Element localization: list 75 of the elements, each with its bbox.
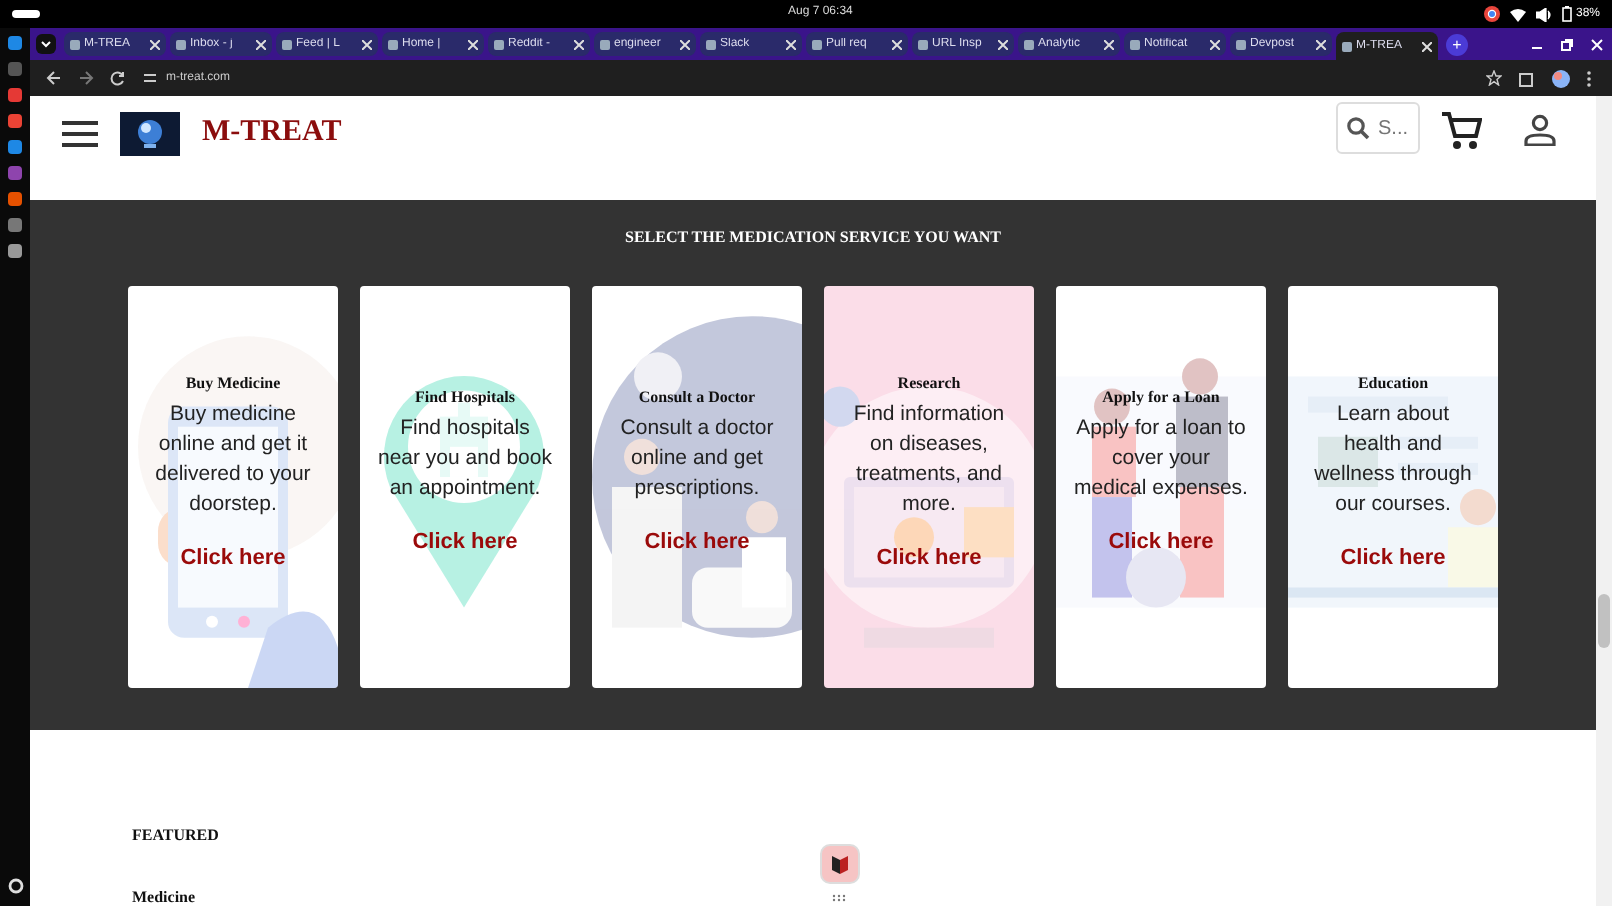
card-description: Find information on diseases, treatments, and more.	[851, 399, 1007, 519]
close-icon[interactable]	[786, 39, 796, 49]
reload-icon[interactable]	[110, 70, 126, 86]
close-icon[interactable]	[256, 39, 266, 49]
site-icon	[176, 39, 186, 49]
card-title: Find Hospitals	[414, 388, 515, 406]
category-title: Medicine	[132, 888, 196, 906]
drag-handle-icon[interactable]	[832, 894, 846, 902]
site-icon	[494, 39, 504, 49]
close-icon[interactable]	[892, 39, 902, 49]
site-icon	[600, 39, 610, 49]
card-title: Education	[1357, 373, 1429, 391]
site-icon	[706, 39, 716, 49]
brand-name[interactable]: M-TREAT	[202, 116, 342, 150]
search-field[interactable]: S...	[1336, 102, 1420, 154]
close-icon[interactable]	[574, 39, 584, 49]
menu-icon[interactable]	[1586, 69, 1592, 87]
card-title: Consult a Doctor	[638, 388, 756, 406]
scrollbar-thumb[interactable]	[1598, 594, 1610, 648]
star-icon[interactable]	[1486, 70, 1502, 86]
close-icon[interactable]	[1316, 39, 1326, 49]
site-settings-icon[interactable]	[142, 70, 158, 86]
card-description: Learn about health and wellness through our courses.	[1312, 399, 1474, 519]
site-icon	[918, 39, 928, 49]
click-here-link[interactable]: Click here	[1340, 545, 1446, 569]
site-icon	[70, 39, 80, 49]
card-description: Apply for a loan to cover your medical expenses.	[1074, 414, 1248, 504]
card-title: Research	[897, 373, 961, 391]
close-icon[interactable]	[1422, 41, 1432, 51]
card-title: Buy Medicine	[185, 373, 281, 391]
click-here-link[interactable]: Click here	[180, 545, 286, 569]
section-heading: FEATURED	[132, 826, 219, 844]
close-icon[interactable]	[680, 39, 690, 49]
close-icon[interactable]	[362, 39, 372, 49]
profile-avatar-icon[interactable]	[1552, 69, 1570, 87]
cart-icon[interactable]	[1442, 112, 1482, 150]
site-icon	[812, 39, 822, 49]
close-icon[interactable]	[1210, 39, 1220, 49]
close-icon[interactable]	[1104, 39, 1114, 49]
tab-search-icon[interactable]	[36, 34, 56, 54]
back-icon[interactable]	[46, 70, 62, 86]
close-icon[interactable]	[150, 39, 160, 49]
workspace-icon[interactable]	[12, 10, 40, 18]
forward-icon[interactable]	[78, 70, 94, 86]
click-here-link[interactable]: Click here	[412, 530, 518, 554]
card-title: Apply for a Loan	[1102, 388, 1220, 406]
restore-icon[interactable]	[1560, 37, 1574, 51]
menu-icon[interactable]	[62, 120, 98, 148]
close-icon[interactable]	[998, 39, 1008, 49]
logo-icon[interactable]	[120, 112, 180, 156]
site-icon	[1024, 39, 1034, 49]
site-icon	[1236, 39, 1246, 49]
click-here-link[interactable]: Click here	[1108, 530, 1214, 554]
card-description: Find hospitals near you and book an appointment.	[378, 414, 552, 504]
site-icon	[1130, 39, 1140, 49]
book-icon	[830, 855, 850, 873]
extensions-icon[interactable]	[1518, 69, 1536, 87]
site-icon	[388, 39, 398, 49]
click-here-link[interactable]: Click here	[644, 530, 750, 554]
click-here-link[interactable]: Click here	[876, 545, 982, 569]
site-icon	[282, 39, 292, 49]
card-description: Consult a doctor online and get prescriptions.	[618, 414, 776, 504]
site-icon	[1342, 41, 1352, 51]
floating-book-button[interactable]	[820, 844, 860, 884]
speaker-icon[interactable]	[1535, 7, 1552, 21]
user-icon[interactable]	[1524, 114, 1556, 146]
settings-icon[interactable]	[7, 878, 23, 894]
wifi-icon[interactable]	[1509, 7, 1526, 21]
close-icon[interactable]	[468, 39, 478, 49]
section-heading: SELECT THE MEDICATION SERVICE YOU WANT	[625, 228, 1001, 246]
card-description: Buy medicine online and get it delivered to your doorstep.	[153, 399, 313, 519]
battery-icon	[1561, 6, 1572, 22]
search-icon	[1346, 116, 1370, 140]
new-tab-button[interactable]: +	[1446, 33, 1468, 55]
browser-icon[interactable]	[1483, 6, 1500, 22]
